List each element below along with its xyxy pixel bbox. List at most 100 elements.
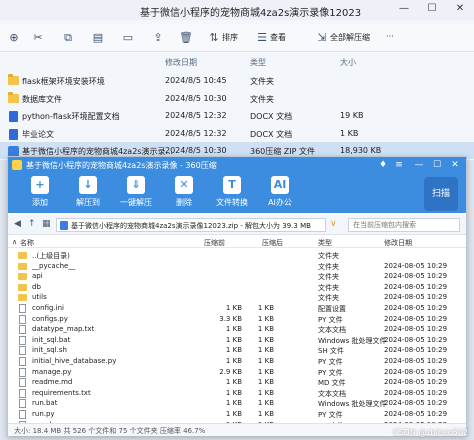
minimize-icon[interactable]: — — [390, 0, 418, 20]
column-modified[interactable]: 修改日期 — [165, 57, 197, 68]
file-size: 18,930 KB — [340, 146, 382, 155]
archive-type: MD 文件 — [318, 379, 346, 388]
archive-type: 配置设置 — [318, 305, 346, 313]
search-input[interactable] — [349, 219, 459, 231]
archive-row[interactable]: config.ini 1 KB 1 KB 配置设置 2024-08-05 10:29 — [8, 303, 466, 314]
folder-icon — [18, 294, 27, 302]
extract-all-button[interactable]: 全部解压缩 — [330, 32, 370, 43]
archive-date: 2024-08-05 10:29 — [384, 399, 448, 408]
archive-type: PY 文件 — [318, 411, 343, 419]
toolbar-button-2[interactable]: ⇓ 一键解压 — [118, 176, 154, 212]
archive-before: 1 KB — [225, 399, 242, 408]
minimize-icon[interactable]: — — [412, 158, 426, 172]
copy-icon[interactable]: ⧉ — [60, 30, 76, 46]
file-row[interactable]: python-flask环境配置文档 2024/8/5 12:32 DOCX 文档 1… — [0, 107, 474, 124]
archive-before: 1 KB — [225, 325, 242, 334]
share-icon[interactable]: ⇪ — [150, 30, 166, 46]
close-icon[interactable]: ✕ — [446, 0, 474, 20]
zip-title-bar: 基于微信小程序的宠物商城4za2s演示录像 - 360压缩 ♦ ≡ — ☐ ✕ — [8, 157, 466, 173]
column-type[interactable]: 类型 — [318, 238, 332, 248]
toolbar-button-1[interactable]: ↓ 解压到 — [70, 176, 106, 212]
view-button[interactable]: 查看 — [270, 32, 286, 43]
column-modified[interactable]: 修改日期 — [384, 238, 412, 248]
file-row[interactable]: flask框架环境安装环境 2024/8/5 10:45 文件夹 — [0, 72, 474, 89]
new-icon[interactable]: ⊕ — [6, 30, 22, 46]
close-icon[interactable]: ✕ — [448, 158, 462, 172]
archive-row[interactable]: run.bat 1 KB 1 KB Windows 批处理文件 2024-08-05 1… — [8, 398, 466, 409]
address-bar: ◀ ↑ ▦ 基于微信小程序的宠物商城4za2s演示录像12023.zip - 解… — [8, 215, 466, 235]
archive-name: init_sql.sh — [32, 346, 67, 355]
archive-row[interactable]: requirements.txt 1 KB 1 KB 文本文档 2024-08-05 1… — [8, 388, 466, 399]
sort-icon[interactable]: ⇅ — [206, 30, 222, 46]
back-icon[interactable]: ◀ — [14, 219, 21, 229]
rename-icon[interactable]: ▭ — [120, 30, 136, 46]
archive-type: 文件夹 — [318, 252, 339, 260]
archive-row[interactable]: init_sql.sh 1 KB 1 KB SH 文件 2024-08-05 10:29 — [8, 345, 466, 356]
archive-row[interactable]: readme.md 1 KB 1 KB MD 文件 2024-08-05 10:29 — [8, 377, 466, 388]
menu-icon[interactable]: ≡ — [392, 158, 406, 172]
search-field[interactable] — [348, 218, 460, 232]
column-name[interactable]: 名称 — [20, 238, 34, 248]
zip-logo-icon — [12, 160, 22, 170]
column-size[interactable]: 大小 — [340, 57, 356, 68]
archive-row[interactable]: db 文件夹 2024-08-05 10:29 — [8, 282, 466, 293]
archive-type: Windows 批处理文件 — [318, 336, 387, 345]
column-size[interactable]: 压缩后 — [262, 238, 283, 248]
add-icon: + — [31, 176, 49, 194]
view-icon[interactable]: ☰ — [254, 30, 270, 46]
archive-after: 1 KB — [257, 346, 274, 355]
scan-button[interactable]: 扫描 — [424, 177, 458, 211]
archive-row[interactable]: __pycache__ 文件夹 2024-08-05 10:29 — [8, 261, 466, 272]
maximize-icon[interactable]: ☐ — [418, 0, 446, 20]
toolbar-button-label: 添加 — [32, 198, 48, 207]
cut-icon[interactable]: ✂ — [30, 30, 46, 46]
chevron-down-icon[interactable]: ∨ — [330, 219, 337, 229]
folder-icon — [8, 74, 19, 85]
folder-icon — [8, 91, 19, 103]
paste-icon[interactable]: ▤ — [90, 30, 106, 46]
file-icon — [19, 367, 26, 377]
archive-row[interactable]: datatype_map.txt 1 KB 1 KB 文本文档 2024-08-05 1… — [8, 324, 466, 335]
extract-all-icon[interactable]: ⇲ — [314, 30, 330, 46]
archive-type: 文件夹 — [318, 294, 339, 303]
archive-name: run.py — [32, 410, 55, 418]
up-icon[interactable]: ↑ — [28, 219, 36, 229]
folder-icon — [18, 283, 27, 291]
toolbar-button-5[interactable]: AI AI办公 — [262, 176, 298, 212]
archive-name: datatype_map.txt — [32, 325, 95, 334]
archive-row[interactable]: manage.py 2.9 KB 1 KB PY 文件 2024-08-05 10:29 — [8, 367, 466, 378]
archive-row[interactable]: utils 文件夹 2024-08-05 10:29 — [8, 292, 466, 303]
toolbar-button-4[interactable]: T 文件转换 — [214, 176, 250, 212]
file-row[interactable]: 毕业论文 2024/8/5 12:32 DOCX 文档 1 KB — [0, 125, 474, 142]
toolbar-button-0[interactable]: + 添加 — [22, 176, 58, 212]
archive-after: 1 KB — [257, 357, 274, 365]
archive-name: initial_hive_database.py — [32, 357, 117, 365]
folder-icon — [18, 252, 27, 259]
file-icon — [19, 346, 26, 356]
more-button[interactable]: ··· — [386, 32, 394, 41]
file-type: 文件夹 — [250, 77, 274, 86]
sort-button[interactable]: 排序 — [222, 32, 238, 43]
archive-row[interactable]: run.py 1 KB 1 KB PY 文件 2024-08-05 10:29 — [8, 409, 466, 420]
archive-row[interactable]: api 文件夹 2024-08-05 10:29 — [8, 271, 466, 282]
archive-row[interactable]: init_sql.bat 1 KB 1 KB Windows 批处理文件 2024-08… — [8, 335, 466, 346]
archive-name: configs.py — [32, 314, 68, 323]
docx-icon — [9, 128, 18, 140]
archive-row[interactable]: configs.py 3.3 KB 1 KB PY 文件 2024-08-05 10:2… — [8, 314, 466, 325]
archive-after: 1 KB — [257, 304, 274, 312]
column-compressed[interactable]: 压缩前 — [204, 238, 225, 248]
layout-icon[interactable]: ▦ — [42, 219, 51, 229]
archive-type: PY 文件 — [318, 368, 343, 377]
toolbar-button-3[interactable]: ✕ 删除 — [166, 176, 202, 212]
file-row[interactable]: 数据库文件 2024/8/5 10:30 文件夹 — [0, 90, 474, 107]
delete-icon[interactable]: 🗑 — [178, 30, 194, 46]
file-name: 数据库文件 — [22, 94, 62, 104]
address-field[interactable]: 基于微信小程序的宠物商城4za2s演示录像12023.zip - 解包大小为 3… — [56, 218, 326, 232]
archive-row[interactable]: initial_hive_database.py 1 KB 1 KB PY 文件 202… — [8, 356, 466, 367]
skin-icon[interactable]: ♦ — [376, 158, 390, 172]
archive-after: 1 KB — [257, 399, 274, 408]
column-type[interactable]: 类型 — [250, 57, 266, 68]
archive-row[interactable]: ..(上级目录) 文件夹 — [8, 250, 466, 261]
archive-after: 1 KB — [257, 367, 274, 376]
maximize-icon[interactable]: ☐ — [430, 158, 444, 172]
